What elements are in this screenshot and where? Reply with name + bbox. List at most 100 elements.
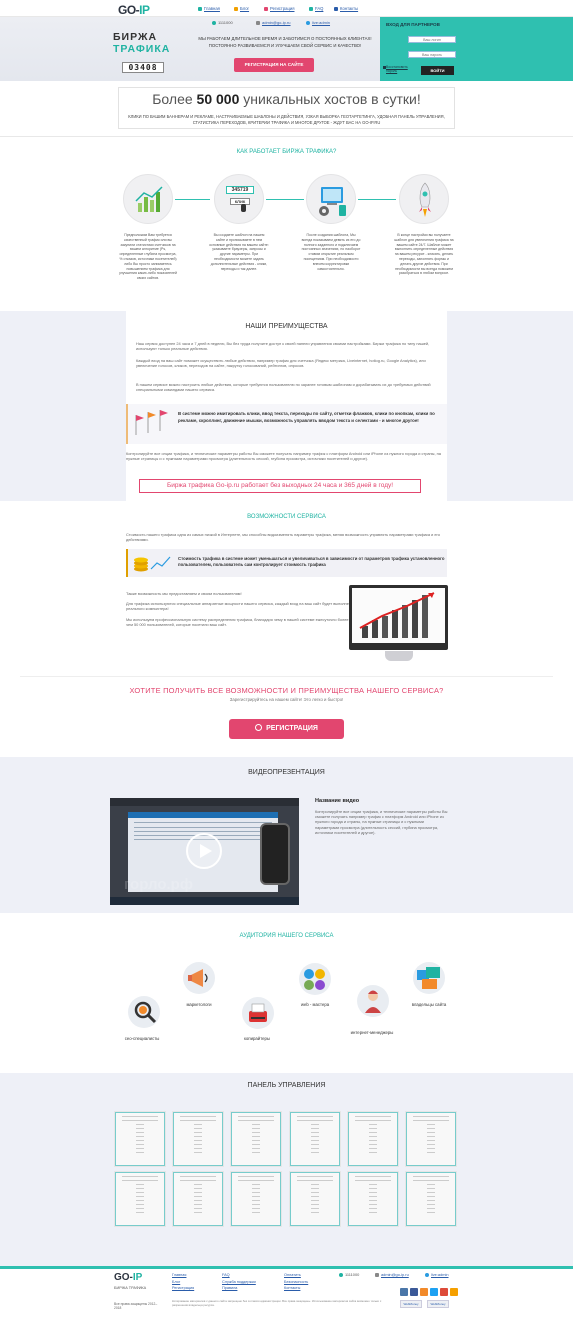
- panel-screenshot-thumb[interactable]: [348, 1172, 398, 1226]
- websites-icon: [413, 962, 445, 994]
- features-p3: Для трафика используются специальные апп…: [126, 601, 355, 612]
- visitor-counter: 03408: [122, 62, 164, 73]
- panel-screenshot-thumb[interactable]: [231, 1112, 281, 1166]
- web-technologies-icon: [299, 963, 331, 995]
- panel-screenshot-thumb[interactable]: [231, 1172, 281, 1226]
- nav-contacts[interactable]: Контакты: [334, 6, 358, 11]
- mailru-icon[interactable]: [450, 1288, 458, 1296]
- logo[interactable]: GO-IP: [118, 3, 150, 17]
- home-icon: [198, 6, 202, 11]
- password-input[interactable]: [408, 51, 456, 58]
- arrow-2: [266, 199, 304, 200]
- availability-highlight: Биржа трафика Go-ip.ru работает без выхо…: [139, 479, 421, 493]
- register-button[interactable]: РЕГИСТРАЦИЯ НА САЙТЕ: [234, 58, 314, 72]
- panel-section: [0, 1073, 573, 1266]
- pencil-icon: [234, 6, 238, 11]
- login-button[interactable]: ВОЙТИ: [421, 66, 454, 75]
- webmoney-badge-2[interactable]: WebMoney: [427, 1300, 449, 1308]
- brand-title: БИРЖА: [113, 31, 158, 43]
- audience-marketers: маркетологи: [186, 1002, 212, 1007]
- facebook-icon[interactable]: [410, 1288, 418, 1296]
- hosts-headline: Более 50 000 уникальных хостов в сутки!: [152, 91, 421, 107]
- login-input[interactable]: [408, 36, 456, 43]
- audience-owners: владельцы сайта: [411, 1002, 447, 1007]
- webmoney-badge-1[interactable]: WebMoney: [400, 1300, 422, 1308]
- video-toolbar: [110, 798, 299, 806]
- step2-bubble: 345719 КЛИК: [214, 174, 264, 224]
- panel-screenshot-thumb[interactable]: [115, 1172, 165, 1226]
- nav-register[interactable]: Регистрация: [264, 6, 294, 11]
- video-name: Название видео: [315, 798, 360, 804]
- footer-skype[interactable]: live:admin: [425, 1272, 449, 1277]
- footer-link-home[interactable]: Главная: [172, 1272, 212, 1279]
- footer-link-rules[interactable]: Правила: [222, 1285, 272, 1292]
- coin-callout-text: Стоимость трафика в системе может уменьш…: [178, 556, 445, 567]
- envelope-icon: [375, 1272, 379, 1277]
- footer-link-blog[interactable]: Блог: [172, 1279, 212, 1286]
- footer-link-register[interactable]: Регистрация: [172, 1285, 212, 1292]
- skype-icon: [425, 1272, 429, 1277]
- panel-screenshot-thumb[interactable]: [290, 1172, 340, 1226]
- footer-link-pay[interactable]: Оплатить: [284, 1272, 334, 1279]
- footer-email[interactable]: admin@go-ip.ru: [375, 1272, 409, 1277]
- envelope-icon: [256, 20, 260, 25]
- coins-icon: [134, 556, 171, 572]
- panel-screenshot-thumb[interactable]: [290, 1112, 340, 1166]
- footer-link-security[interactable]: Безопасность: [284, 1279, 334, 1286]
- megaphone-icon: [183, 962, 215, 994]
- growth-chart-icon: [359, 592, 435, 638]
- step1-bubble: [123, 174, 173, 224]
- panel-screenshot-thumb[interactable]: [348, 1112, 398, 1166]
- cursor-hand-icon: [241, 204, 246, 212]
- play-icon: [200, 844, 212, 858]
- cta-title: ХОТИТЕ ПОЛУЧИТЬ ВСЕ ВОЗМОЖНОСТИ И ПРЕИМУ…: [129, 686, 444, 695]
- nav-faq[interactable]: FAQ: [309, 6, 323, 11]
- features-title: ВОЗМОЖНОСТИ СЕРВИСА: [247, 514, 326, 520]
- counter-digits: 345719: [226, 186, 254, 194]
- monitor-stand: [385, 651, 413, 661]
- footer-phone: 1111000: [339, 1272, 359, 1277]
- header-email[interactable]: admin@go-ip.ru: [256, 20, 291, 25]
- vk-icon[interactable]: [400, 1288, 408, 1296]
- footer-link-support[interactable]: Служба поддержки: [222, 1279, 272, 1286]
- nav-blog[interactable]: Блог: [234, 6, 249, 11]
- phone-icon: [339, 1272, 343, 1277]
- footer-note: Копирование материалов с данного сайта з…: [172, 1299, 382, 1307]
- audience-managers: интернет-менеджеры: [350, 1030, 394, 1035]
- header-skype[interactable]: live:admin: [306, 20, 330, 25]
- twitter-icon[interactable]: [430, 1288, 438, 1296]
- footer-link-contacts[interactable]: Контакты: [284, 1285, 334, 1292]
- step1-text: Предположим Вам требуется качественный т…: [119, 233, 177, 281]
- panel-screenshot-thumb[interactable]: [406, 1172, 456, 1226]
- audience-seo: сео-специалисты: [124, 1036, 160, 1041]
- panel-screenshot-thumb[interactable]: [173, 1172, 223, 1226]
- chart-icon: [135, 186, 163, 212]
- panel-screenshot-thumb[interactable]: [173, 1112, 223, 1166]
- header-phone: 1111000: [212, 20, 233, 25]
- cta-subtitle: Зарегистрируйтесь на нашем сайте! Это ле…: [229, 697, 344, 702]
- odnoklassniki-icon[interactable]: [420, 1288, 428, 1296]
- step4-bubble: [399, 174, 449, 224]
- user-icon: [264, 6, 268, 11]
- nav-home[interactable]: Главная: [198, 6, 220, 11]
- how-it-works-section: [0, 136, 573, 311]
- footer-link-faq[interactable]: FAQ: [222, 1272, 272, 1279]
- audience-copywriters: копирайтеры: [243, 1036, 270, 1041]
- footer-col3: Оплатить Безопасность Контакты: [284, 1272, 334, 1292]
- features-p1: Стоимость нашего трафика одна из самых н…: [126, 532, 440, 543]
- play-button[interactable]: [186, 833, 222, 869]
- features-p2: Также возможность мы предоставляем и сво…: [126, 591, 242, 596]
- step2-text: Вы создаете шаблон на нашем сайте и проп…: [209, 233, 269, 271]
- advantages-p1: Наш сервис доступен 24 часа и 7 дней в н…: [136, 341, 430, 352]
- audience-title: АУДИТОРИЯ НАШЕГО СЕРВИСА: [239, 933, 334, 939]
- panel-screenshot-thumb[interactable]: [406, 1112, 456, 1166]
- panel-screenshot-thumb[interactable]: [115, 1112, 165, 1166]
- forgot-password-link[interactable]: Восстановить пароль: [386, 65, 416, 73]
- footer-logo[interactable]: GO-IP: [114, 1272, 142, 1283]
- advantages-p4: Контролируйте все опции трафика, и техни…: [126, 451, 441, 462]
- advantages-p3: В нашем сервисе можно настроить любые де…: [136, 382, 431, 393]
- step4-text: В конце настройки вы получаете шаблон дл…: [394, 233, 454, 276]
- click-label: КЛИК: [230, 198, 250, 205]
- google-plus-icon[interactable]: [440, 1288, 448, 1296]
- cta-register-button[interactable]: РЕГИСТРАЦИЯ: [229, 719, 344, 739]
